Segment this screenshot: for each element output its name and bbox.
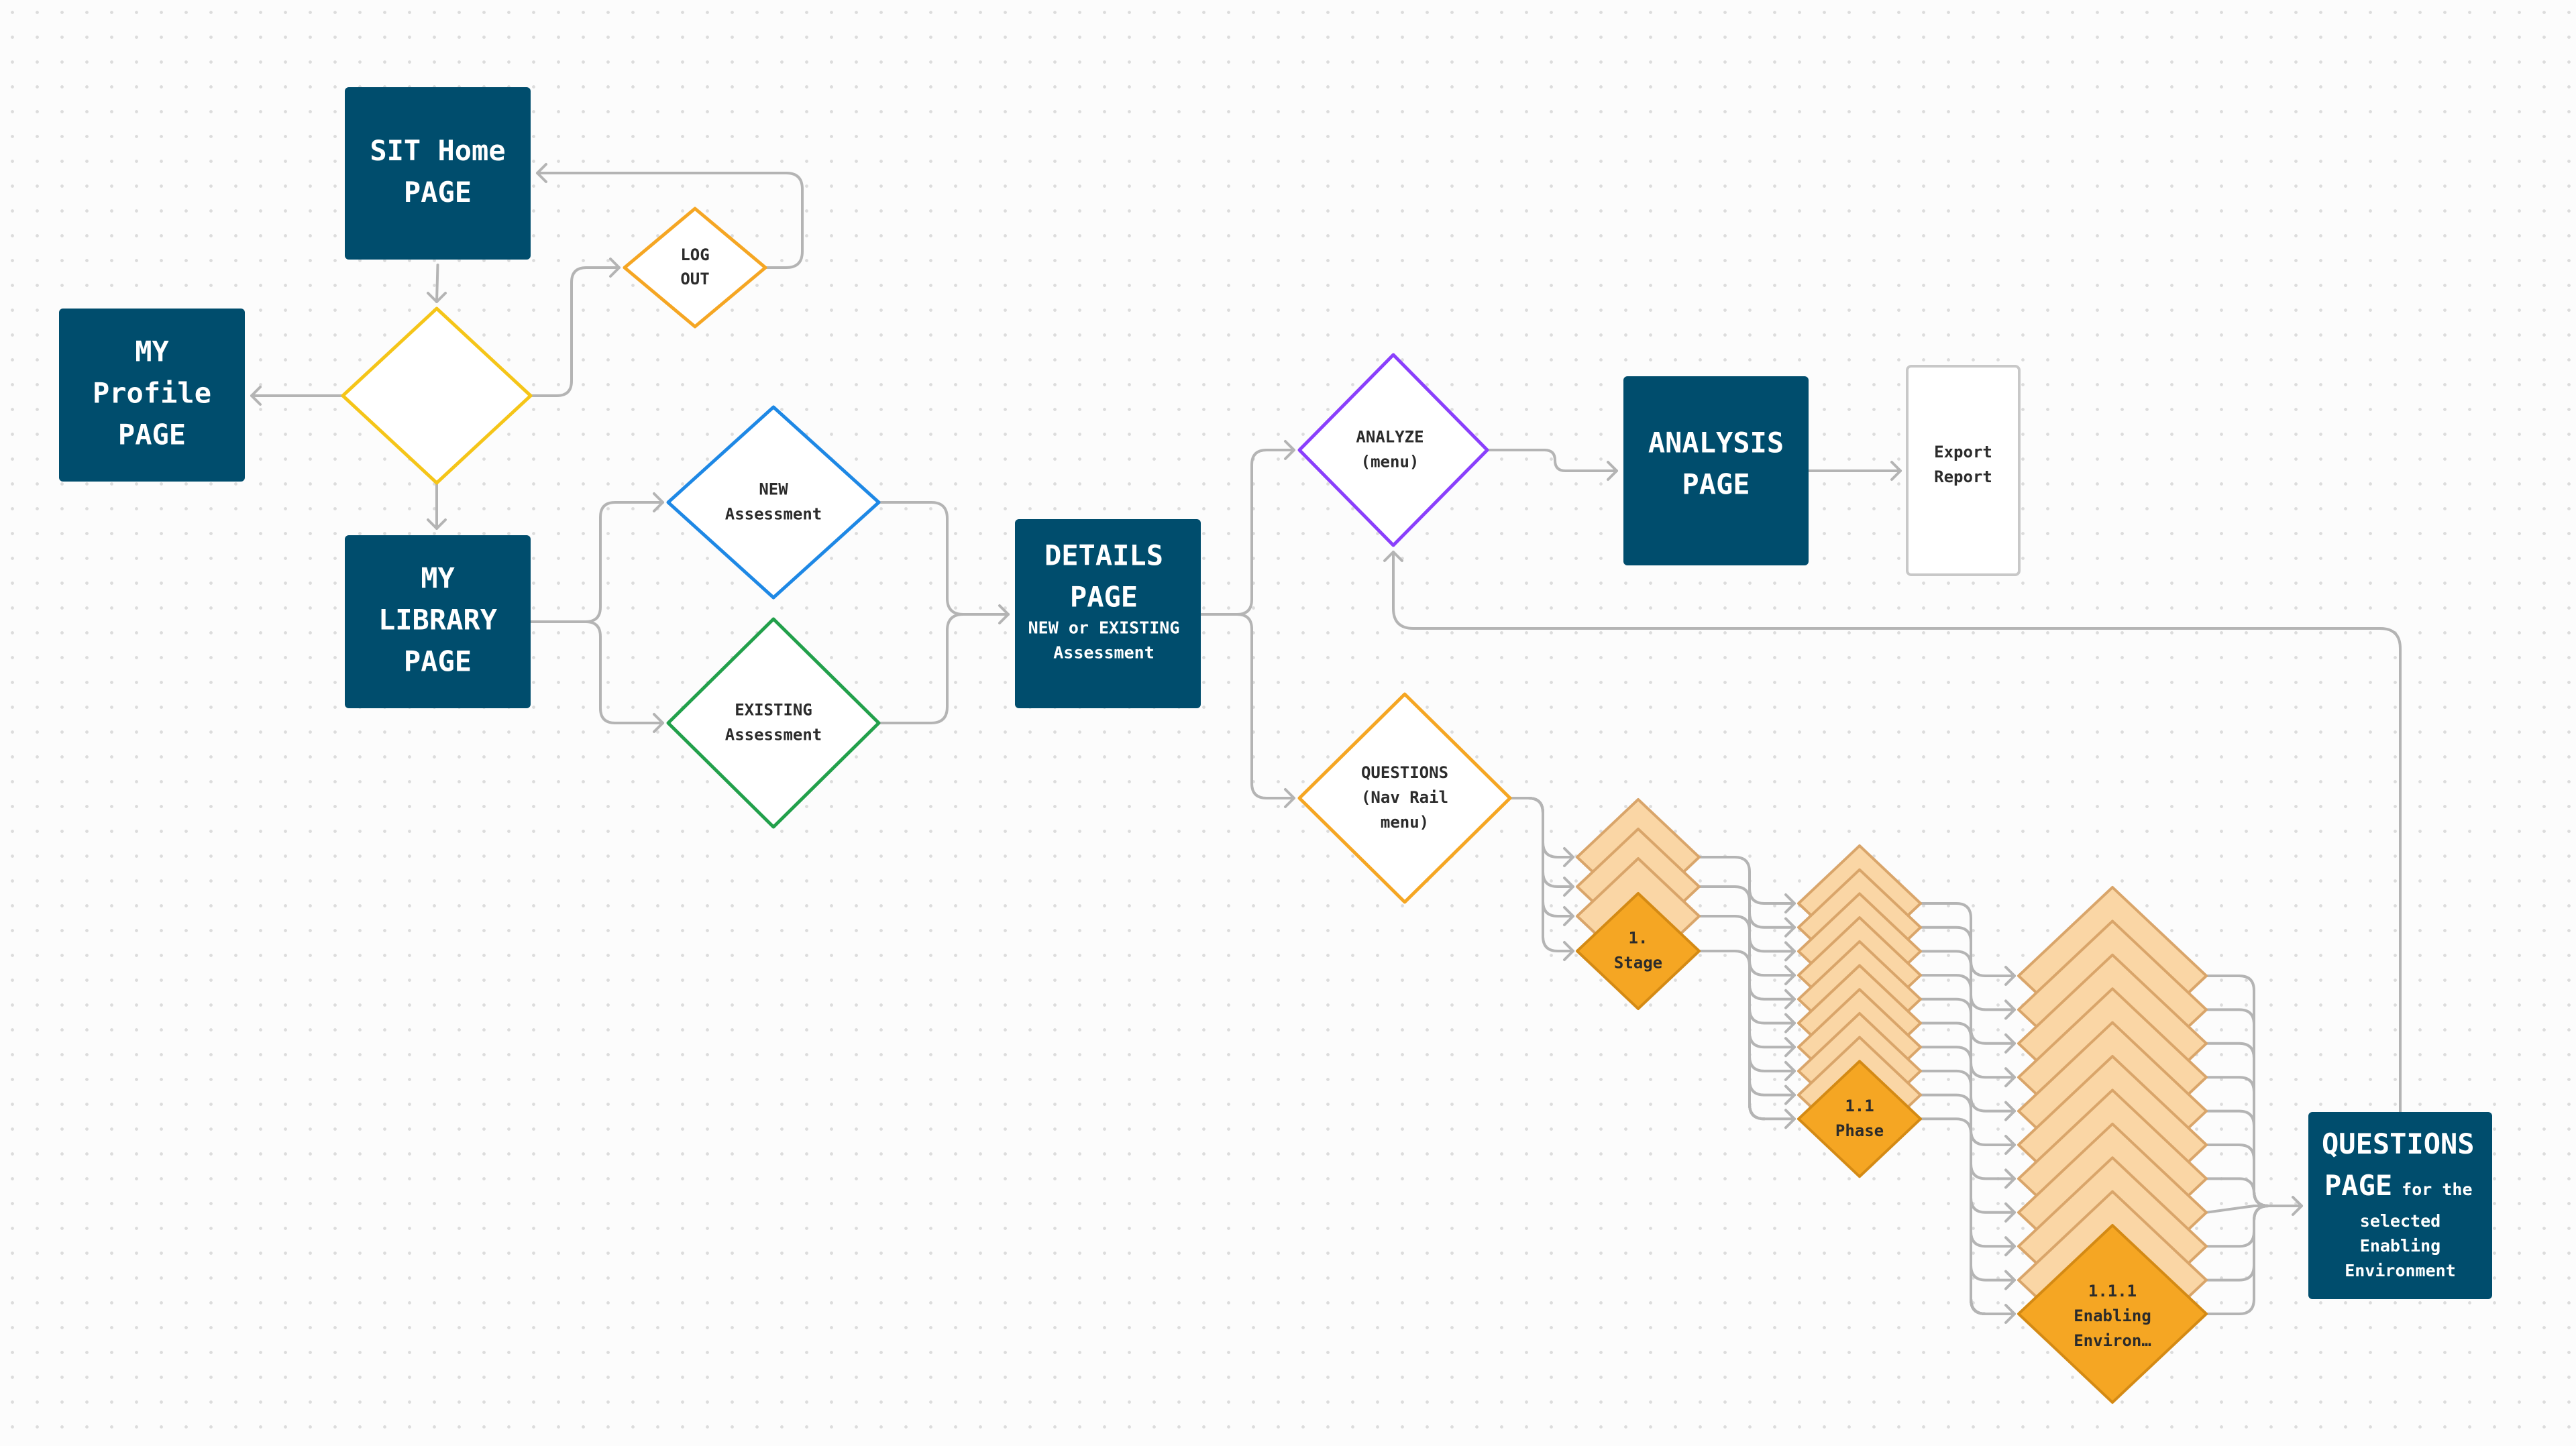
new-assessment-decision[interactable]: NEW Assessment xyxy=(666,405,881,600)
analysis-page-node-line: PAGE xyxy=(1682,468,1750,501)
my-profile-page-node-line: MY xyxy=(135,335,169,368)
enabling-environment-stack: 1.1.1 Enabling Environ… xyxy=(2017,886,2208,1404)
enabling-environment-line: Enabling xyxy=(2074,1306,2151,1325)
my-profile-page-node[interactable]: MY Profile PAGE xyxy=(59,309,245,482)
stage-line: 1. xyxy=(1629,929,1648,948)
details-page-title-line: PAGE xyxy=(1070,581,1138,614)
connector-line xyxy=(2205,1144,2270,1207)
connector-line xyxy=(2205,1205,2255,1214)
questions-page-inline-sub: for the xyxy=(2402,1180,2472,1199)
enabling-environment-line: Environ… xyxy=(2074,1331,2151,1350)
my-profile-page-node-line: PAGE xyxy=(118,419,186,451)
my-library-page-node-line: MY xyxy=(421,562,455,595)
analysis-page-node-line: ANALYSIS xyxy=(1648,427,1784,459)
connector-line xyxy=(1698,885,1766,1121)
questions-nav-rail-decision[interactable]: QUESTIONS (Nav Rail menu) xyxy=(1297,692,1512,904)
questions-nav-rail-decision-line: (Nav Rail xyxy=(1361,788,1448,807)
connector-line xyxy=(2205,1177,2270,1207)
connector-line xyxy=(2205,1042,2270,1207)
connector-line xyxy=(1698,915,1766,1121)
flow-diagram: SIT Home PAGE MY Profile PAGE MY LIBRARY PAGE Lo… xyxy=(59,87,2492,1404)
sit-home-page-node-shape xyxy=(345,87,531,260)
sit-home-page-node-line: PAGE xyxy=(404,176,472,209)
connector-line xyxy=(2205,1205,2270,1282)
connector-line xyxy=(877,501,1010,616)
connector-line xyxy=(2205,1076,2270,1207)
connector-line xyxy=(877,613,1010,724)
connector-line xyxy=(1199,613,1295,799)
analyze-menu-decision-line: (menu) xyxy=(1361,453,1419,471)
export-report-node-line: Report xyxy=(1934,467,1992,486)
connector-line xyxy=(2205,1109,2270,1207)
my-library-page-node-line: LIBRARY xyxy=(378,604,498,636)
connector-line xyxy=(1698,856,1766,1121)
login-decision-line: Login xyxy=(394,379,479,412)
details-page-title-line: DETAILS xyxy=(1044,539,1163,572)
analyze-menu-decision[interactable]: ANALYZE (menu) xyxy=(1297,353,1489,547)
connector-line xyxy=(2205,1205,2270,1315)
details-page-node[interactable]: DETAILS PAGE NEW or EXISTING Assessment xyxy=(1015,519,1201,708)
questions-page-subtitle-line: Environment xyxy=(2345,1261,2456,1280)
export-report-node-line: Export xyxy=(1934,443,1992,461)
logout-decision[interactable]: LOG OUT xyxy=(623,207,767,329)
enabling-environment-line: 1.1.1 xyxy=(2088,1282,2137,1300)
analysis-page-node[interactable]: ANALYSIS PAGE xyxy=(1623,376,1809,565)
connector-line xyxy=(1199,449,1295,616)
connector-line xyxy=(1919,1093,1987,1315)
logout-decision-line: LOG xyxy=(680,245,709,264)
nodes: SIT Home PAGE MY Profile PAGE MY LIBRARY PAGE Lo… xyxy=(59,87,2492,1404)
analyze-menu-decision-shape xyxy=(1297,353,1489,547)
connector-line xyxy=(2205,1008,2270,1207)
connector-line xyxy=(435,264,439,303)
details-page-subtitle-line: NEW or EXISTING xyxy=(1028,618,1180,638)
questions-page-subtitle-line: selected xyxy=(2360,1211,2440,1231)
stage-line: Stage xyxy=(1614,954,1662,972)
questions-page-title-line: QUESTIONS xyxy=(2322,1127,2475,1160)
connector-line xyxy=(1919,1046,1987,1315)
phase-stack: 1.1 Phase xyxy=(1797,844,1922,1178)
connector-line xyxy=(1919,926,1987,1315)
connector-line xyxy=(1509,797,1574,952)
questions-nav-rail-decision-line: menu) xyxy=(1381,813,1429,832)
connector-line xyxy=(1919,1021,1987,1315)
connector-line xyxy=(1919,974,1987,1315)
logout-decision-shape xyxy=(623,207,767,329)
existing-assessment-decision[interactable]: EXISTING Assessment xyxy=(666,617,881,829)
sit-home-page-node[interactable]: SIT Home PAGE xyxy=(345,87,531,260)
logout-decision-line: OUT xyxy=(680,270,709,288)
new-assessment-decision-line: NEW xyxy=(759,480,788,499)
my-library-page-node[interactable]: MY LIBRARY PAGE xyxy=(345,535,531,708)
my-library-page-node-line: PAGE xyxy=(404,645,472,678)
analyze-menu-decision-line: ANALYZE xyxy=(1356,428,1424,447)
connector-line xyxy=(1486,449,1618,472)
connector-line xyxy=(529,501,664,623)
phase-line: Phase xyxy=(1835,1121,1884,1140)
export-report-node[interactable]: Export Report xyxy=(1906,365,2021,576)
stage-stack: 1. Stage xyxy=(1576,798,1701,1010)
phase-line: 1.1 xyxy=(1845,1097,1874,1115)
questions-page-title-word: PAGE xyxy=(2324,1169,2392,1202)
my-profile-page-node-line: Profile xyxy=(93,377,211,410)
connector-line xyxy=(1919,1117,1987,1315)
new-assessment-decision-shape xyxy=(666,405,881,600)
existing-assessment-decision-line: Assessment xyxy=(725,726,822,744)
new-assessment-decision-line: Assessment xyxy=(725,505,822,524)
questions-nav-rail-decision-line: QUESTIONS xyxy=(1361,763,1448,782)
questions-page-subtitle-line: Enabling xyxy=(2360,1236,2440,1256)
existing-assessment-decision-shape xyxy=(666,617,881,829)
sit-home-page-node-line: SIT Home xyxy=(370,134,505,167)
details-page-subtitle-line: Assessment xyxy=(1053,643,1155,663)
connector-line xyxy=(529,620,664,724)
login-decision[interactable]: Login xyxy=(341,307,533,485)
questions-page-node[interactable]: QUESTIONS PAGE for the selected Enabling Envi… xyxy=(2308,1112,2492,1299)
connector-line xyxy=(529,266,621,397)
existing-assessment-decision-line: EXISTING xyxy=(735,701,812,720)
